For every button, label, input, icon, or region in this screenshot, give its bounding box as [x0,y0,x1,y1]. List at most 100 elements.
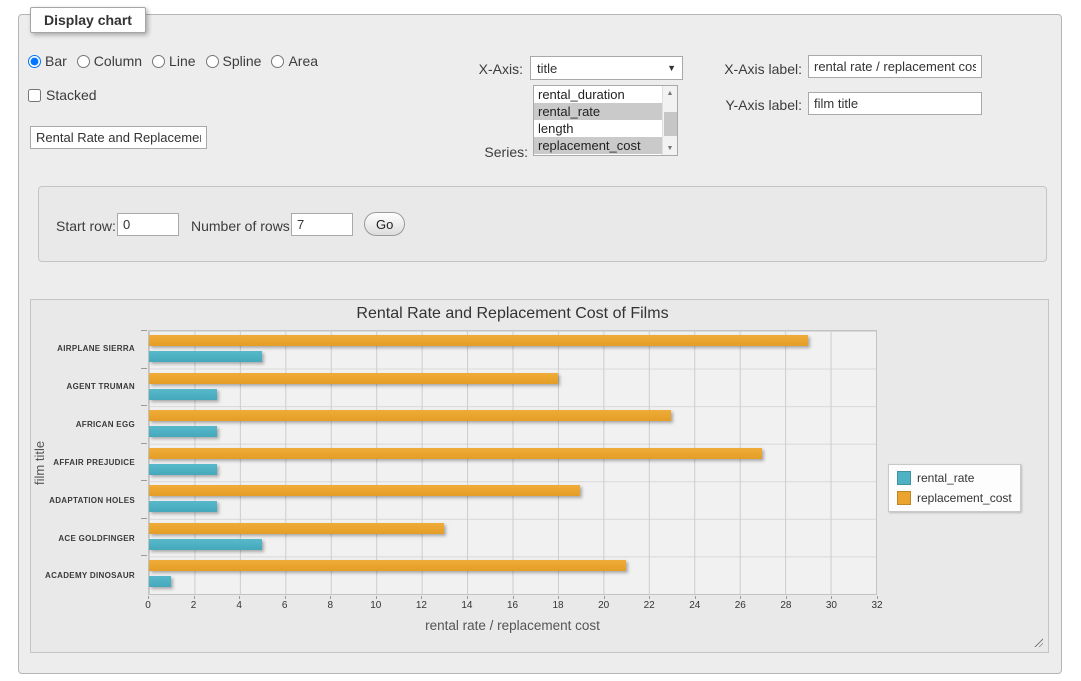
chart-plot-area [148,330,877,595]
chart-type-option-spline[interactable]: Spline [206,53,262,69]
chart-row-airplane-sierra [149,331,876,369]
chart-row-ace-goldfinger [149,519,876,557]
chart-x-axis-title: rental rate / replacement cost [148,618,877,633]
go-button[interactable]: Go [364,212,405,236]
category-label: AIRPLANE SIERRA [56,330,142,368]
bar-rental_rate [149,464,217,475]
x-tick-mark [376,596,377,599]
scroll-down-icon[interactable]: ▼ [663,141,677,155]
x-tick-label: 30 [826,600,837,611]
bar-replacement_cost [149,485,580,496]
chart-type-radio-bar[interactable] [28,55,41,68]
chart-type-radio-label: Area [288,53,318,69]
chart-type-radio-label: Column [94,53,142,69]
x-tick-mark [604,596,605,599]
x-tick-label: 32 [871,600,882,611]
chart-category-labels: AIRPLANE SIERRAAGENT TRUMANAFRICAN EGGAF… [56,330,142,595]
x-axis-select-label: X-Axis: [458,61,523,77]
legend-item-rental_rate[interactable]: rental_rate [897,471,1012,485]
chart-legend: rental_rate replacement_cost [888,464,1021,512]
bar-rental_rate [149,426,217,437]
chart-type-radio-group: Bar Column Line Spline Area [28,53,318,69]
x-tick-mark [239,596,240,599]
start-row-label: Start row: [56,218,116,234]
series-option-rental_duration[interactable]: rental_duration [534,86,662,103]
chart-type-radio-spline[interactable] [206,55,219,68]
x-axis-selected-value: title [537,61,557,76]
bar-rental_rate [149,539,262,550]
category-label: ACE GOLDFINGER [56,519,142,557]
x-tick-label: 8 [327,600,333,611]
chart-type-option-area[interactable]: Area [271,53,318,69]
chart-bars [149,331,876,594]
bar-rental_rate [149,389,217,400]
category-label: AFFAIR PREJUDICE [56,444,142,482]
bar-replacement_cost [149,335,808,346]
x-tick-label: 22 [644,600,655,611]
chart-title-input[interactable] [30,126,207,149]
x-tick-mark [467,596,468,599]
x-tick-mark [148,596,149,599]
chart-row-academy-dinosaur [149,556,876,594]
fieldset-legend: Display chart [30,7,146,33]
legend-item-replacement_cost[interactable]: replacement_cost [897,491,1012,505]
stacked-checkbox[interactable] [28,89,41,102]
x-axis-label-input[interactable] [808,55,982,78]
start-row-input[interactable] [117,213,179,236]
series-listbox[interactable]: rental_durationrental_ratelengthreplacem… [533,85,678,156]
series-option-rental_rate[interactable]: rental_rate [534,103,662,120]
chart-type-radio-column[interactable] [77,55,90,68]
x-tick-mark [285,596,286,599]
number-of-rows-label: Number of rows: [191,218,294,234]
x-tick-label: 0 [145,600,151,611]
x-tick-mark [740,596,741,599]
chart-type-option-bar[interactable]: Bar [28,53,67,69]
bar-rental_rate [149,351,262,362]
chart-type-option-column[interactable]: Column [77,53,142,69]
chart-row-agent-truman [149,369,876,407]
y-axis-label-input[interactable] [808,92,982,115]
listbox-scrollbar[interactable]: ▲ ▼ [662,86,677,155]
x-tick-label: 24 [689,600,700,611]
x-tick-mark [330,596,331,599]
chart-row-african-egg [149,406,876,444]
chart-row-adaptation-holes [149,481,876,519]
bar-rental_rate [149,576,171,587]
series-options: rental_durationrental_ratelengthreplacem… [534,86,662,155]
chart-type-option-line[interactable]: Line [152,53,195,69]
chart-type-radio-label: Bar [45,53,67,69]
category-label: AFRICAN EGG [56,406,142,444]
x-tick-mark [194,596,195,599]
chart-type-radio-label: Spline [223,53,262,69]
bar-rental_rate [149,501,217,512]
scroll-up-icon[interactable]: ▲ [663,86,677,100]
x-axis-select[interactable]: title ▼ [530,56,683,80]
x-tick-label: 20 [598,600,609,611]
chart-type-radio-line[interactable] [152,55,165,68]
number-of-rows-input[interactable] [291,213,353,236]
scrollbar-thumb[interactable] [664,112,677,135]
chart-x-axis-ticks: 02468101214161820222426283032 [148,596,877,612]
chevron-down-icon: ▼ [667,63,676,73]
series-option-replacement_cost[interactable]: replacement_cost [534,137,662,154]
x-tick-mark [649,596,650,599]
bar-replacement_cost [149,523,444,534]
chart-y-axis-title: film title [32,330,50,595]
x-tick-label: 26 [735,600,746,611]
bar-replacement_cost [149,560,626,571]
x-tick-label: 4 [236,600,242,611]
legend-label: replacement_cost [917,491,1012,505]
series-listbox-label: Series: [458,144,528,160]
series-option-length[interactable]: length [534,120,662,137]
y-axis-label-caption: Y-Axis label: [722,97,802,113]
category-label: ADAPTATION HOLES [56,481,142,519]
chart-row-affair-prejudice [149,444,876,482]
x-tick-label: 28 [780,600,791,611]
x-tick-mark [513,596,514,599]
chart-type-radio-area[interactable] [271,55,284,68]
x-tick-mark [877,596,878,599]
x-tick-label: 12 [416,600,427,611]
legend-label: rental_rate [917,471,974,485]
bar-replacement_cost [149,373,558,384]
stacked-checkbox-row: Stacked [28,87,97,103]
